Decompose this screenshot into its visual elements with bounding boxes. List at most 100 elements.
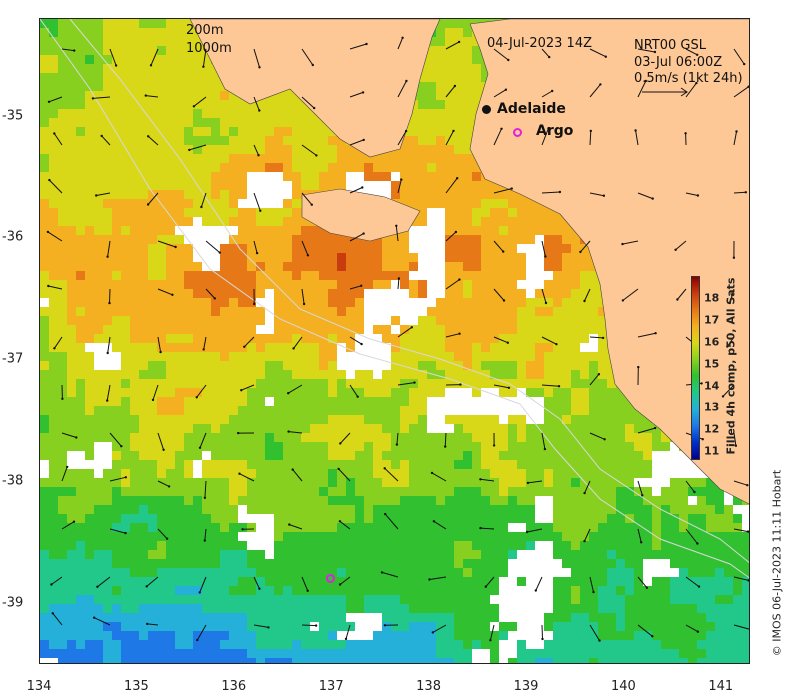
sst-cell [67,370,76,379]
sst-cell [121,541,130,550]
sst-cell [571,532,580,541]
sst-cell [103,586,112,595]
sst-cell [229,415,238,424]
sst-cell [562,406,571,415]
sst-cell [139,136,148,145]
sst-cell [463,190,472,199]
sst-cell [103,307,112,316]
sst-cell [490,523,499,532]
sst-cell [661,442,670,451]
sst-cell [184,325,193,334]
sst-cell [193,208,202,217]
sst-cell [445,235,454,244]
sst-cell [418,172,427,181]
sst-cell [247,352,256,361]
sst-cell [490,559,499,568]
sst-cell [58,190,67,199]
sst-cell [364,460,373,469]
sst-cell [598,451,607,460]
sst-cell [148,109,157,118]
sst-cell [238,262,247,271]
sst-cell [724,613,733,622]
sst-cell [67,541,76,550]
sst-map[interactable] [39,18,750,664]
sst-cell [328,631,337,640]
sst-cell [517,532,526,541]
sst-cell [292,253,301,262]
sst-cell [733,550,742,559]
sst-cell [490,343,499,352]
sst-cell [427,496,436,505]
sst-cell [391,460,400,469]
sst-cell [76,118,85,127]
sst-cell [463,433,472,442]
sst-cell [328,271,337,280]
sst-cell [184,487,193,496]
sst-cell [382,388,391,397]
sst-cell [418,523,427,532]
sst-cell [562,226,571,235]
sst-cell [256,307,265,316]
sst-cell [103,28,112,37]
sst-cell [436,109,445,118]
sst-cell [634,532,643,541]
sst-cell [184,289,193,298]
sst-cell [292,199,301,208]
sst-cell [481,361,490,370]
sst-cell [211,181,220,190]
sst-cell [382,505,391,514]
sst-cell [148,217,157,226]
sst-cell [211,145,220,154]
sst-cell [598,523,607,532]
sst-cell [454,226,463,235]
sst-cell [157,172,166,181]
sst-cell [85,586,94,595]
sst-cell [229,568,238,577]
sst-cell [337,262,346,271]
sst-cell [625,469,634,478]
sst-cell [490,307,499,316]
sst-cell [589,352,598,361]
sst-cell [121,289,130,298]
sst-cell [121,217,130,226]
sst-cell [580,271,589,280]
sst-cell [679,613,688,622]
sst-cell [139,559,148,568]
sst-cell [670,559,679,568]
sst-cell [184,361,193,370]
sst-cell [40,64,49,73]
sst-cell [580,352,589,361]
sst-cell [337,415,346,424]
sst-cell [49,550,58,559]
sst-cell [130,19,139,28]
sst-cell [454,325,463,334]
sst-cell [544,622,553,631]
sst-cell [517,379,526,388]
sst-cell [211,163,220,172]
sst-cell [562,370,571,379]
sst-cell [229,631,238,640]
sst-cell [319,379,328,388]
sst-cell [175,370,184,379]
sst-cell [292,217,301,226]
sst-cell [319,550,328,559]
sst-cell [544,487,553,496]
sst-cell [148,460,157,469]
sst-cell [661,577,670,586]
sst-cell [535,352,544,361]
sst-cell [283,370,292,379]
sst-cell [274,568,283,577]
sst-cell [229,334,238,343]
sst-cell [184,307,193,316]
sst-cell [463,199,472,208]
sst-cell [310,460,319,469]
sst-cell [166,343,175,352]
sst-cell [274,541,283,550]
sst-cell [373,388,382,397]
sst-cell [391,379,400,388]
sst-cell [202,82,211,91]
sst-cell [184,217,193,226]
sst-cell [400,262,409,271]
sst-cell [220,127,229,136]
sst-cell [346,388,355,397]
